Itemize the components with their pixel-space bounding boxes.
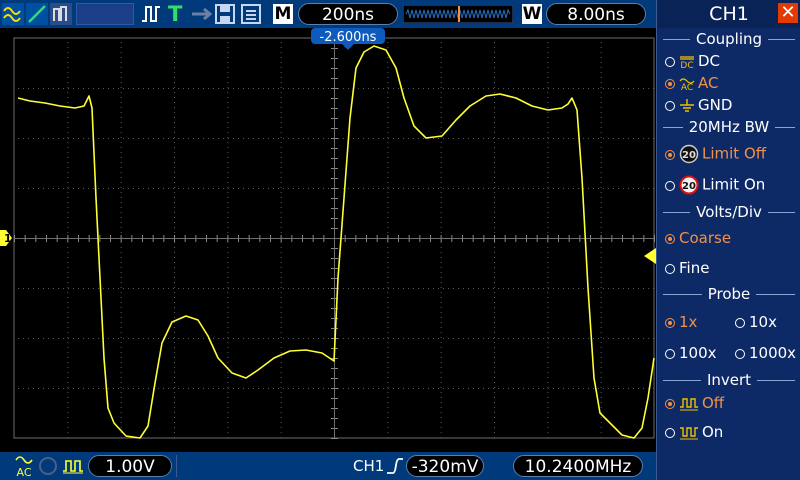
invert-off[interactable]: Off: [665, 394, 724, 412]
radio-icon: [665, 79, 675, 89]
coupling-option-ac[interactable]: AC AC: [665, 74, 718, 92]
radio-icon: [665, 180, 675, 191]
oscilloscope-screen: T M 200ns W 8.00ns -2.600ns 1 AC 1.00V C…: [0, 0, 800, 480]
record-icon[interactable]: [240, 3, 262, 25]
bw-limit-icon: [39, 457, 57, 475]
probe-1x[interactable]: 1x: [665, 313, 697, 331]
svg-text:20: 20: [682, 181, 696, 192]
ramp-icon[interactable]: [26, 3, 48, 25]
volts-per-div-display[interactable]: 1.00V: [88, 455, 172, 477]
volts-heading: Volts/Div: [657, 203, 800, 221]
trigger-mode-letter: T: [168, 2, 183, 26]
waveform-display[interactable]: -2.600ns 1: [0, 28, 656, 452]
usb-icon: [192, 7, 212, 21]
bw-off-icon: 20: [679, 144, 699, 164]
radio-icon: [665, 264, 675, 274]
svg-text:AC: AC: [16, 466, 31, 478]
probe-1000x[interactable]: 1000x: [735, 344, 796, 362]
ac-coupling-icon: AC: [15, 456, 33, 478]
volts-fine[interactable]: Fine: [665, 259, 709, 277]
radio-icon: [665, 428, 675, 438]
bottom-spacer: [176, 455, 335, 477]
timebase-display[interactable]: 200ns: [298, 3, 398, 25]
radio-icon: [665, 149, 675, 160]
svg-text:DC: DC: [680, 61, 693, 69]
memory-window-bar[interactable]: [403, 5, 513, 23]
probe-10x[interactable]: 10x: [735, 313, 777, 331]
waveform-graticule: -2.600ns 1: [0, 28, 656, 439]
window-display[interactable]: 8.00ns: [546, 3, 646, 25]
probe-heading: Probe: [657, 285, 800, 303]
invert-on[interactable]: On: [665, 423, 723, 441]
bw-limit-on[interactable]: 20 Limit On: [665, 175, 765, 195]
ground-icon: [680, 98, 694, 112]
w-button[interactable]: W: [522, 4, 542, 24]
bottom-status-bar: AC 1.00V CH1 -320mV 10.2400MHz: [0, 452, 656, 480]
radio-icon: [665, 399, 675, 409]
ac-icon: AC: [679, 77, 695, 91]
invert-on-icon: [680, 426, 698, 439]
graticule-grid: [13, 37, 655, 439]
dc-icon: DC: [680, 55, 694, 69]
svg-text:1: 1: [4, 232, 12, 245]
coupling-option-gnd[interactable]: GND: [665, 96, 732, 114]
invert-icon: [63, 460, 83, 474]
trigger-level-marker[interactable]: [644, 248, 656, 264]
trigger-source-label: CH1: [353, 457, 385, 475]
radio-icon: [665, 101, 675, 111]
bw-on-icon: 20: [679, 175, 699, 195]
frequency-display: 10.2400MHz: [513, 455, 643, 477]
bw-limit-off[interactable]: 20 Limit Off: [665, 144, 766, 164]
invert-heading: Invert: [657, 371, 800, 389]
volts-coarse[interactable]: Coarse: [665, 229, 731, 247]
save-icon[interactable]: [214, 3, 236, 25]
ch1-ground-marker[interactable]: 1: [0, 230, 12, 246]
radio-icon: [665, 349, 675, 359]
close-icon[interactable]: ✕: [778, 3, 798, 23]
invert-off-icon: [680, 397, 698, 410]
trigger-offset-label: -2.600ns: [320, 30, 377, 45]
bw-heading: 20MHz BW: [657, 118, 800, 136]
probe-100x[interactable]: 100x: [665, 344, 717, 362]
waveform-icon[interactable]: [2, 3, 24, 25]
ch1-menu-panel: CH1 ✕ Coupling DC DC AC AC GND 20MHz BW 20…: [656, 0, 800, 480]
run-state-icon[interactable]: [140, 3, 162, 25]
radio-icon: [665, 57, 675, 67]
coupling-heading: Coupling: [657, 30, 800, 48]
radio-icon: [665, 234, 675, 244]
trigger-level-display[interactable]: -320mV: [406, 455, 484, 477]
radio-icon: [735, 349, 745, 359]
top-toolbar: T M 200ns W 8.00ns: [0, 0, 656, 28]
svg-text:AC: AC: [681, 83, 693, 91]
persistence-icon[interactable]: [50, 3, 72, 25]
m-button[interactable]: M: [273, 4, 293, 24]
coupling-option-dc[interactable]: DC DC: [665, 52, 720, 70]
status-box: [76, 3, 134, 25]
radio-icon: [735, 318, 745, 328]
radio-icon: [665, 318, 675, 328]
svg-text:20: 20: [682, 150, 696, 161]
rising-edge-icon: [387, 458, 403, 474]
